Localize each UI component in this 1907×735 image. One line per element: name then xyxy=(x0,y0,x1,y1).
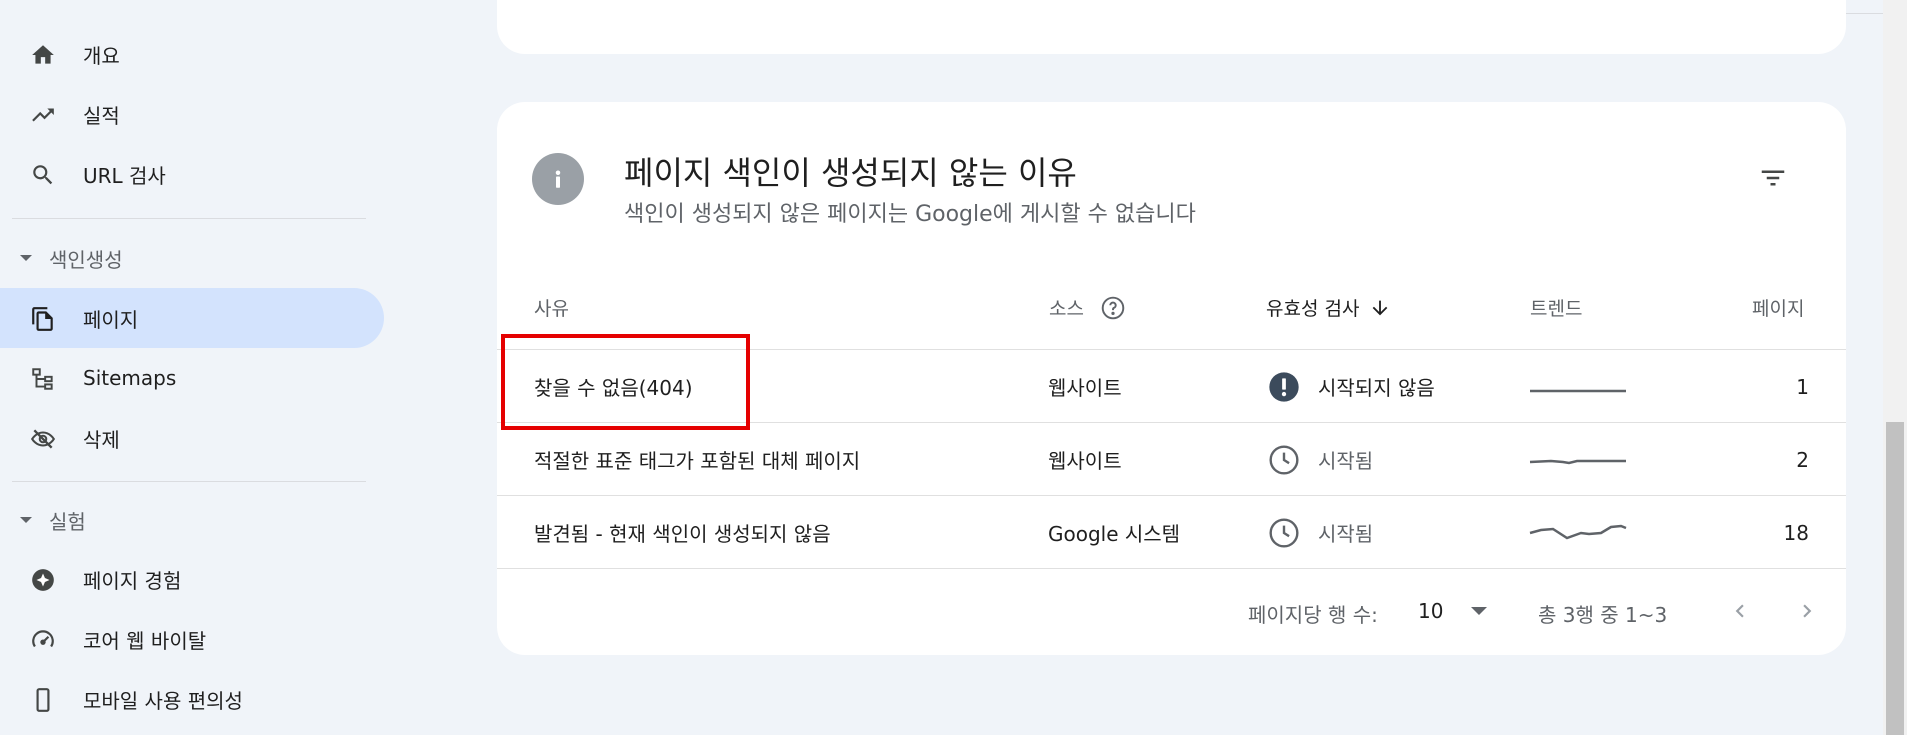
scrollbar-thumb[interactable] xyxy=(1886,422,1904,735)
arrow-down-icon xyxy=(1369,297,1391,319)
source-cell: 웹사이트 xyxy=(1048,449,1122,473)
rows-per-page-label: 페이지당 행 수: xyxy=(1248,603,1378,627)
trend-sparkline xyxy=(1529,496,1629,569)
card-subtitle: 색인이 생성되지 않은 페이지는 Google에 게시할 수 없습니다 xyxy=(624,202,1196,227)
table-row[interactable]: 발견됨 - 현재 색인이 생성되지 않음 Google 시스템 시작됨 18 xyxy=(497,495,1846,569)
pages-cell: 18 xyxy=(1783,520,1809,545)
nav-label: 개요 xyxy=(83,43,120,68)
validation-cell: 시작되지 않음 xyxy=(1268,350,1435,423)
column-header-label: 소스 xyxy=(1049,298,1084,320)
trend-sparkline xyxy=(1529,423,1629,496)
search-icon xyxy=(30,162,56,188)
nav-item-core-web-vitals[interactable]: 코어 웹 바이탈 xyxy=(0,609,384,669)
next-page-button[interactable] xyxy=(1794,598,1820,624)
column-header-source[interactable]: 소스 xyxy=(1049,294,1126,321)
nav-label: 코어 웹 바이탈 xyxy=(83,628,207,653)
nav-section-label: 색인생성 xyxy=(49,247,123,272)
reason-cell: 적절한 표준 태그가 포함된 대체 페이지 xyxy=(534,449,861,473)
nav-section-indexing[interactable]: 색인생성 xyxy=(18,243,123,273)
caret-down-icon xyxy=(20,517,32,523)
column-header-label: 유효성 검사 xyxy=(1266,298,1360,320)
table-row[interactable]: 찾을 수 없음(404) 웹사이트 시작되지 않음 1 xyxy=(497,349,1846,422)
nav-label: 페이지 xyxy=(83,307,139,332)
nav-item-pages[interactable]: 페이지 xyxy=(0,288,384,348)
alert-circle-icon xyxy=(1268,371,1300,403)
nav-item-mobile-usability[interactable]: 모바일 사용 편의성 xyxy=(0,669,384,729)
reason-cell: 발견됨 - 현재 색인이 생성되지 않음 xyxy=(534,522,831,546)
trend-sparkline xyxy=(1529,350,1629,423)
previous-page-button[interactable] xyxy=(1727,598,1753,624)
nav-label: 모바일 사용 편의성 xyxy=(83,688,243,713)
source-cell: Google 시스템 xyxy=(1048,522,1181,546)
sitemap-icon xyxy=(30,366,56,392)
home-icon xyxy=(30,42,56,68)
rows-per-page-select[interactable]: 10 xyxy=(1418,599,1488,623)
nav-item-performance[interactable]: 실적 xyxy=(0,84,384,144)
nav-section-label: 실험 xyxy=(49,509,86,534)
pages-icon xyxy=(30,306,56,332)
caret-down-icon xyxy=(20,255,32,261)
pages-cell: 1 xyxy=(1796,374,1809,399)
experience-star-icon xyxy=(30,567,56,593)
column-header-reason[interactable]: 사유 xyxy=(534,294,569,321)
nav-label: 삭제 xyxy=(83,427,120,452)
info-icon xyxy=(532,153,584,205)
nav-item-page-experience[interactable]: 페이지 경험 xyxy=(0,549,384,609)
source-cell: 웹사이트 xyxy=(1048,376,1122,400)
validation-status: 시작되지 않음 xyxy=(1318,376,1435,400)
clock-icon xyxy=(1268,517,1300,549)
nav-item-sitemaps[interactable]: Sitemaps xyxy=(0,348,384,408)
nav-label: 페이지 경험 xyxy=(83,568,182,593)
validation-status: 시작됨 xyxy=(1318,522,1374,546)
chevron-left-icon xyxy=(1735,604,1744,618)
nav-item-removals[interactable]: 삭제 xyxy=(0,408,384,468)
nav-label: 실적 xyxy=(83,103,120,128)
nav-section-experience[interactable]: 실험 xyxy=(18,505,86,535)
dropdown-arrow-icon xyxy=(1471,607,1488,615)
column-header-pages[interactable]: 페이지 xyxy=(1752,294,1804,321)
filter-icon xyxy=(1761,170,1785,186)
clock-icon xyxy=(1268,444,1300,476)
pages-cell: 2 xyxy=(1796,447,1809,472)
eye-off-icon xyxy=(30,426,56,452)
validation-status: 시작됨 xyxy=(1318,449,1374,473)
nav-item-url-inspection[interactable]: URL 검사 xyxy=(0,144,384,204)
nav-divider xyxy=(12,218,366,219)
phone-icon xyxy=(30,687,56,713)
column-header-validation[interactable]: 유효성 검사 xyxy=(1266,294,1391,321)
nav-label: URL 검사 xyxy=(83,163,166,188)
filter-button[interactable] xyxy=(1755,160,1791,196)
trending-up-icon xyxy=(30,102,56,128)
validation-cell: 시작됨 xyxy=(1268,496,1373,569)
card-title: 페이지 색인이 생성되지 않는 이유 xyxy=(624,154,1077,192)
sidebar: 개요 실적 URL 검사 색인생성 페이지 Sitemaps 삭제 실험 페이지… xyxy=(0,0,400,735)
nav-label: Sitemaps xyxy=(83,366,177,390)
previous-card xyxy=(497,0,1846,54)
nav-divider xyxy=(12,481,366,482)
nav-item-overview[interactable]: 개요 xyxy=(0,24,384,84)
help-icon[interactable] xyxy=(1100,295,1126,321)
column-header-trend: 트렌드 xyxy=(1530,298,1583,320)
reason-cell: 찾을 수 없음(404) xyxy=(534,376,693,400)
validation-cell: 시작됨 xyxy=(1268,423,1373,496)
rows-per-page-value: 10 xyxy=(1418,599,1444,623)
not-indexed-reasons-card: 페이지 색인이 생성되지 않는 이유 색인이 생성되지 않은 페이지는 Goog… xyxy=(497,102,1846,655)
chevron-right-icon xyxy=(1803,604,1812,618)
table-row[interactable]: 적절한 표준 태그가 포함된 대체 페이지 웹사이트 시작됨 2 xyxy=(497,422,1846,495)
pagination-range: 총 3행 중 1~3 xyxy=(1538,603,1668,627)
speedometer-icon xyxy=(30,627,56,653)
